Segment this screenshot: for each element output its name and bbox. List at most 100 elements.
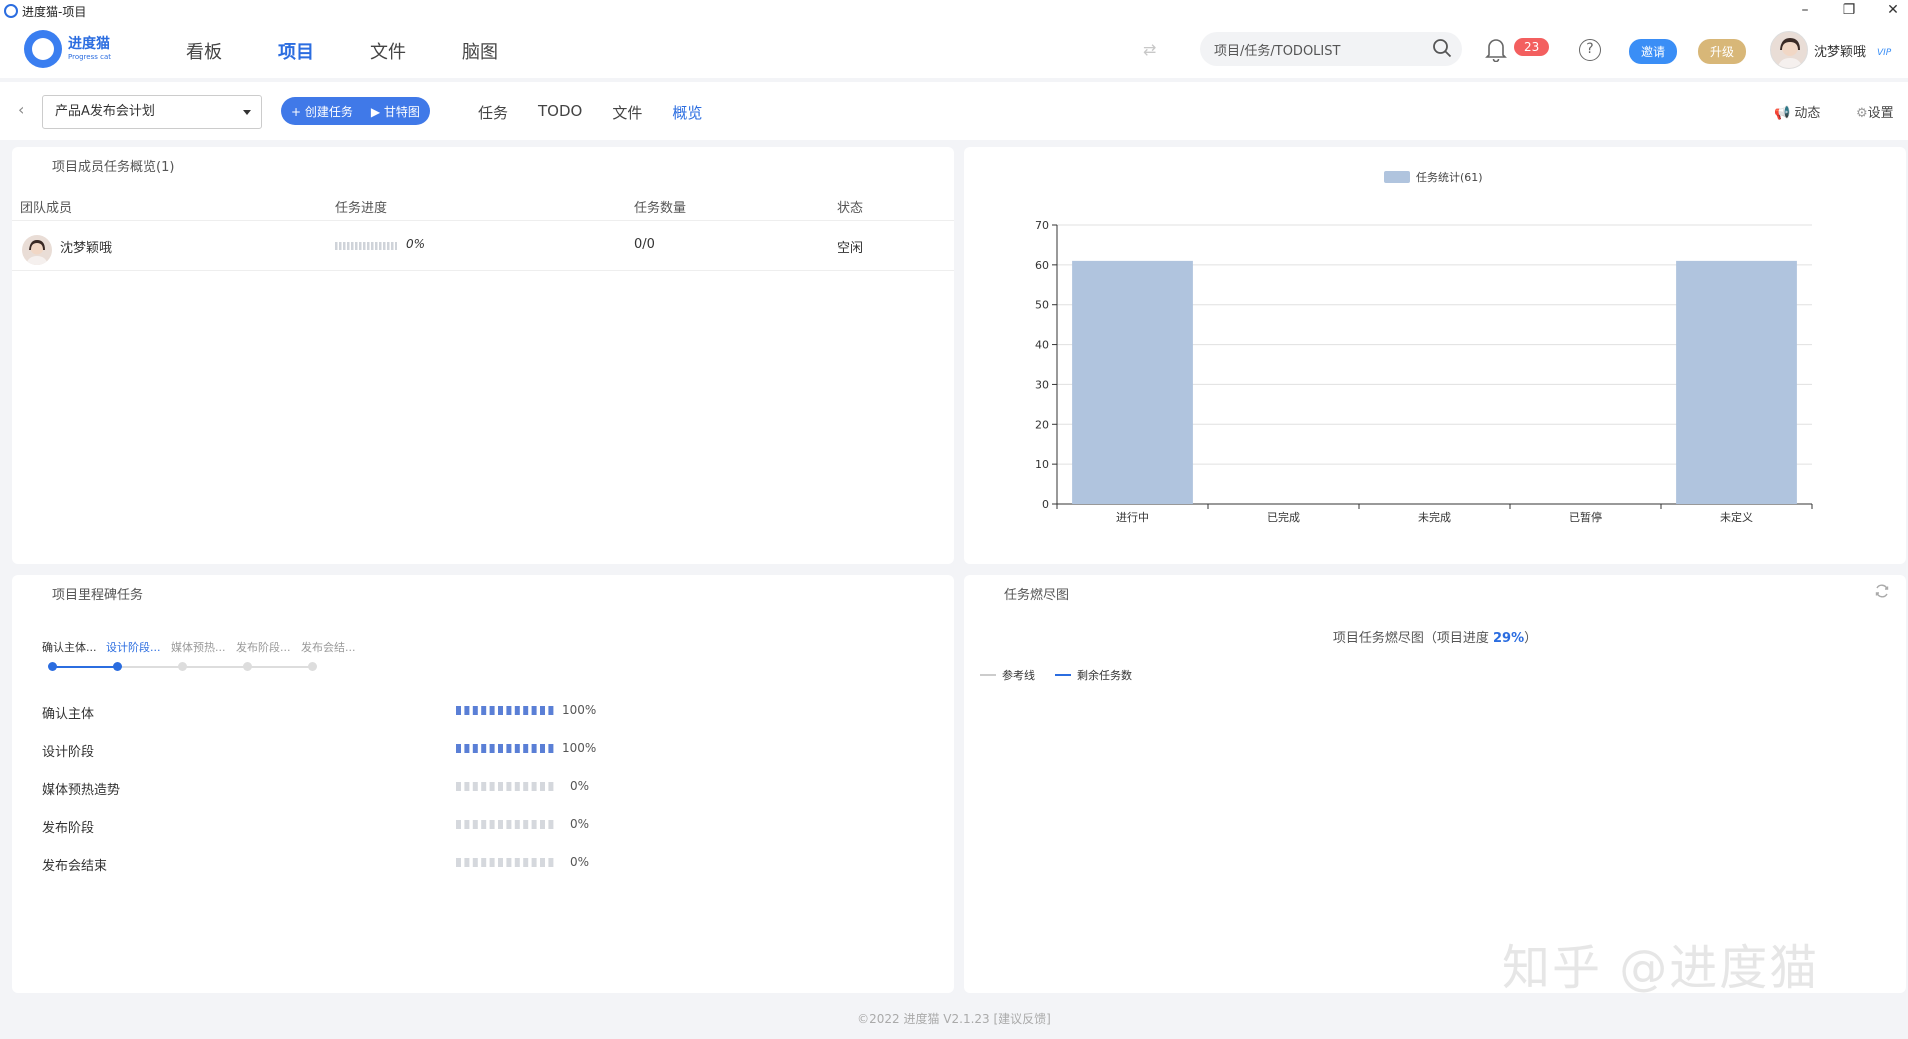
members-panel: 项目成员任务概览(1) 团队成员 任务进度 任务数量 状态 沈梦颖哦 0% 0/… — [12, 147, 954, 564]
close-button[interactable]: ✕ — [1884, 0, 1902, 20]
x-tick-label: 未定义 — [1720, 510, 1753, 524]
progress-segment — [351, 241, 354, 250]
tab-overview[interactable]: 概览 — [672, 102, 702, 123]
member-status: 空闲 — [837, 241, 864, 256]
x-tick-label: 已完成 — [1267, 510, 1300, 524]
step-label[interactable]: 发布阶段... — [236, 639, 291, 655]
progress-segment — [506, 706, 512, 715]
milestone-name: 发布阶段 — [42, 821, 95, 836]
milestone-stepper: 确认主体... 设计阶段... 媒体预热... 发布阶段... 发布会结... — [42, 639, 372, 679]
project-progress-pct: 29% — [1493, 631, 1525, 646]
milestone-pct: 100% — [562, 741, 597, 755]
progress-segment — [548, 782, 554, 791]
step-dot[interactable] — [48, 662, 57, 671]
invite-button[interactable]: 邀请 — [1629, 39, 1678, 64]
bar — [1072, 260, 1193, 504]
activity-button[interactable]: 📢 动态 — [1774, 102, 1820, 121]
progress-segment — [498, 782, 503, 791]
step-dot[interactable] — [113, 662, 122, 671]
member-progress-bar — [335, 239, 397, 254]
progress-segment — [456, 782, 461, 791]
step-dot[interactable] — [308, 662, 317, 671]
milestone-name: 媒体预热造势 — [42, 783, 121, 798]
megaphone-icon: 📢 — [1774, 106, 1791, 121]
user-name[interactable]: 沈梦颖哦 — [1814, 41, 1866, 60]
progress-segment — [464, 782, 470, 791]
member-name: 沈梦颖哦 — [60, 241, 113, 256]
x-tick-label: 进行中 — [1116, 511, 1149, 524]
progress-segment — [347, 241, 350, 250]
logo-cn: 进度猫 — [68, 36, 110, 52]
project-select[interactable]: 产品A发布会计划 — [42, 95, 262, 129]
window-title: 进度猫-项目 — [22, 4, 87, 19]
step-label[interactable]: 媒体预热... — [171, 639, 226, 655]
progress-segment — [472, 706, 478, 715]
progress-segment — [540, 706, 545, 715]
notification-badge[interactable]: 23 — [1514, 38, 1550, 56]
tab-todo[interactable]: TODO — [538, 102, 582, 123]
milestone-row[interactable]: 发布阶段 0% — [42, 815, 642, 836]
refresh-icon[interactable] — [1874, 583, 1890, 599]
table-row[interactable]: 沈梦颖哦 0% 0/0 空闲 — [12, 227, 954, 271]
minimize-button[interactable]: – — [1796, 0, 1814, 20]
legend-remaining-tasks[interactable]: 剩余任务数 — [1055, 667, 1132, 683]
progress-segment — [514, 706, 520, 715]
progress-segment — [506, 820, 512, 829]
legend-reference-line[interactable]: 参考线 — [980, 667, 1035, 683]
gantt-button[interactable]: ▶ 甘特图 — [371, 103, 420, 120]
milestone-row[interactable]: 媒体预热造势 0% — [42, 777, 642, 798]
settings-button[interactable]: ⚙设置 — [1856, 102, 1894, 121]
nav-project[interactable]: 项目 — [278, 38, 314, 64]
milestone-row[interactable]: 确认主体 100% — [42, 701, 642, 722]
progress-segment — [472, 820, 478, 829]
step-dot[interactable] — [178, 662, 187, 671]
upgrade-button[interactable]: 升级 — [1698, 39, 1747, 64]
step-label[interactable]: 设计阶段... — [106, 639, 161, 655]
step-label[interactable]: 发布会结... — [301, 639, 356, 655]
progress-segment — [531, 820, 537, 829]
progress-segment — [498, 858, 503, 867]
footer[interactable]: ©2022 进度猫 V2.1.23 [建议反馈] — [0, 1010, 1908, 1027]
nav-files[interactable]: 文件 — [370, 38, 406, 64]
milestone-pct: 0% — [570, 779, 590, 793]
swap-icon[interactable]: ⇄ — [1143, 40, 1156, 59]
project-tabs: 任务 TODO 文件 概览 — [478, 102, 702, 123]
milestone-row[interactable]: 发布会结束 0% — [42, 853, 642, 874]
progress-segment — [498, 706, 503, 715]
milestone-row[interactable]: 设计阶段 100% — [42, 739, 642, 760]
user-avatar[interactable] — [1770, 31, 1808, 69]
milestone-progress-bar — [456, 857, 554, 872]
search-input[interactable]: 项目/任务/TODOLIST — [1200, 32, 1462, 66]
progress-segment — [375, 241, 378, 250]
step-connector — [117, 666, 313, 668]
bell-icon[interactable] — [1484, 36, 1508, 62]
step-dot[interactable] — [243, 662, 252, 671]
burndown-chart-title: 项目任务燃尽图（项目进度 29%） — [964, 627, 1906, 646]
project-toolbar: ‹ 产品A发布会计划 + 创建任务 ▶ 甘特图 任务 TODO 文件 概览 📢 … — [0, 82, 1908, 140]
progress-segment — [540, 820, 545, 829]
progress-segment — [489, 858, 495, 867]
progress-segment — [395, 241, 397, 250]
help-icon[interactable]: ? — [1579, 39, 1601, 61]
step-label[interactable]: 确认主体... — [42, 639, 97, 655]
search-icon[interactable] — [1432, 38, 1452, 58]
create-task-button[interactable]: + 创建任务 — [291, 103, 353, 120]
nav-mindmap[interactable]: 脑图 — [462, 38, 498, 64]
tab-files[interactable]: 文件 — [612, 102, 642, 123]
col-count: 任务数量 — [634, 201, 687, 216]
restore-button[interactable]: ❐ — [1840, 0, 1858, 20]
progress-segment — [343, 241, 346, 250]
app-logo[interactable]: 进度猫 Progress cat — [24, 30, 111, 68]
progress-segment — [472, 744, 478, 753]
back-arrow-icon[interactable]: ‹ — [18, 100, 24, 119]
bar — [1676, 260, 1797, 504]
milestone-name: 设计阶段 — [42, 745, 95, 760]
legend-swatch — [980, 674, 996, 676]
tab-tasks[interactable]: 任务 — [478, 102, 508, 123]
progress-segment — [514, 858, 520, 867]
nav-kanban[interactable]: 看板 — [186, 38, 222, 64]
progress-segment — [464, 820, 470, 829]
y-tick-label: 50 — [1035, 299, 1049, 312]
members-panel-title: 项目成员任务概览(1) — [52, 160, 175, 175]
col-progress: 任务进度 — [335, 201, 388, 216]
